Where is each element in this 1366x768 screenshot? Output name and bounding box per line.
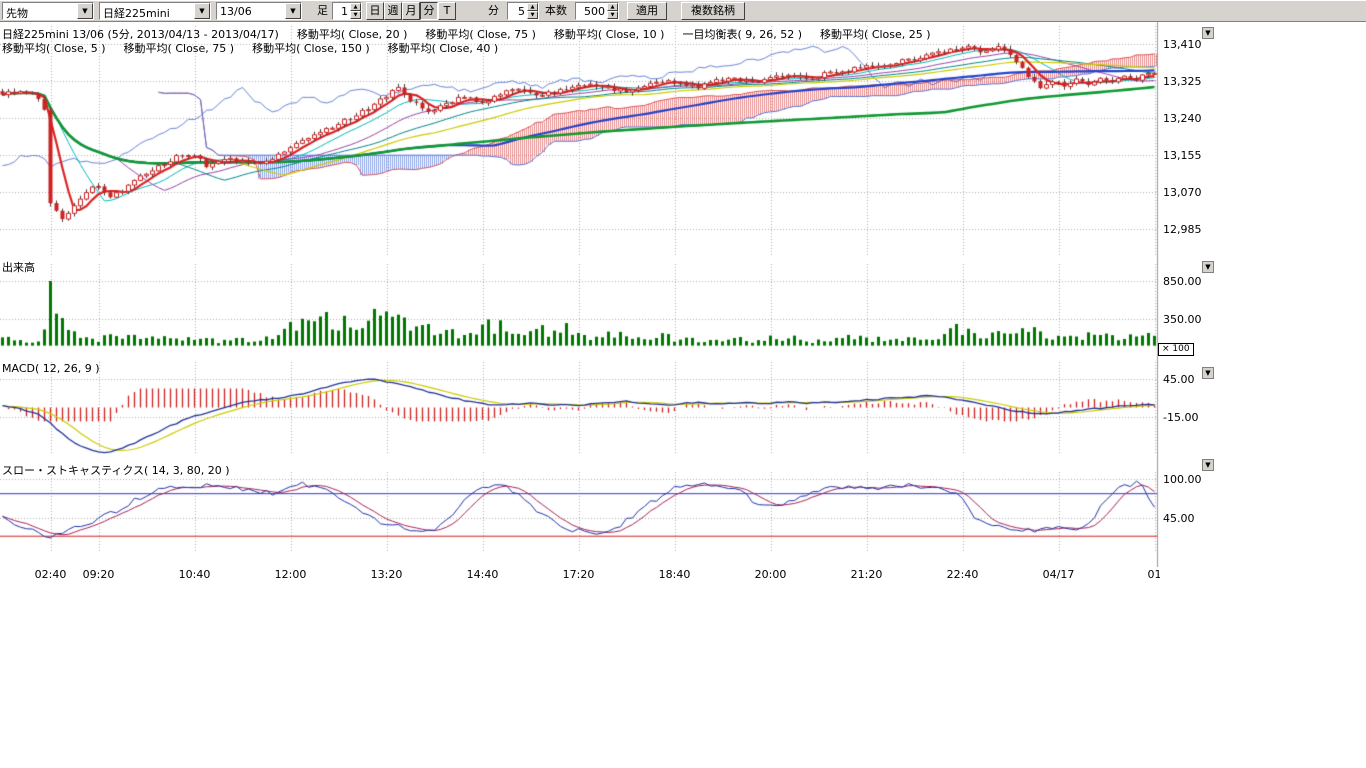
volume-multiplier-badge: × 100 — [1158, 343, 1194, 356]
dropdown-arrow-icon[interactable]: ▼ — [194, 3, 210, 19]
instrument-type-dropdown[interactable]: 先物 ▼ — [2, 2, 94, 20]
time-axis-label: 02:40 — [35, 568, 67, 581]
spin-up-icon[interactable]: ▲ — [527, 3, 538, 11]
time-axis-label: 17:20 — [563, 568, 595, 581]
axis-tick-label: 13,070 — [1163, 186, 1202, 199]
volume-pane-arrow[interactable]: ▼ — [1202, 261, 1214, 273]
time-axis-label: 04/17 — [1043, 568, 1075, 581]
time-axis-label: 22:40 — [947, 568, 979, 581]
chart-area: 日経225mini 13/06 (5分, 2013/04/13 - 2013/0… — [0, 22, 1366, 585]
period-button-週[interactable]: 週 — [384, 2, 402, 20]
symbol-value: 日経225mini — [100, 3, 194, 19]
indicator-legend-row-2: 移動平均( Close, 5 ) 移動平均( Close, 75 ) 移動平均( C… — [2, 40, 516, 56]
time-axis-label: 14:40 — [467, 568, 499, 581]
macd-pane-arrow[interactable]: ▼ — [1202, 367, 1214, 379]
legend-item: 移動平均( Close, 5 ) — [2, 42, 106, 55]
spin-down-icon[interactable]: ▼ — [350, 11, 361, 19]
time-axis-label: 12:00 — [275, 568, 307, 581]
period-button-group: 日週月分T — [366, 2, 456, 20]
time-axis-label: 18:40 — [659, 568, 691, 581]
bar-type-label: 足 — [317, 2, 328, 20]
symbol-dropdown[interactable]: 日経225mini ▼ — [99, 2, 211, 20]
time-axis: 02:40 09:20 10:40 12:00 13:20 14:40 17:20 18:40… — [0, 567, 1160, 585]
instrument-type-value: 先物 — [3, 3, 77, 19]
stoch-pane-arrow[interactable]: ▼ — [1202, 459, 1214, 471]
spinner-buttons[interactable]: ▲▼ — [607, 3, 618, 19]
legend-item: 移動平均( Close, 150 ) — [252, 42, 370, 55]
minutes-spinner[interactable]: 5 ▲▼ — [507, 2, 539, 20]
axis-tick-label: 13,240 — [1163, 112, 1202, 125]
axis-tick-label: 45.00 — [1163, 373, 1195, 386]
spinner-buttons[interactable]: ▲▼ — [350, 3, 361, 19]
price-pane-arrow[interactable]: ▼ — [1202, 27, 1214, 39]
bar-multiplier-spinner[interactable]: 1 ▲▼ — [332, 2, 362, 20]
bar-multiplier-value: 1 — [333, 3, 350, 19]
time-axis-label: 21:20 — [851, 568, 883, 581]
axis-tick-label: 45.00 — [1163, 512, 1195, 525]
volume-panel-label: 出来高 — [2, 259, 35, 275]
spin-up-icon[interactable]: ▲ — [350, 3, 361, 11]
multi-symbol-button[interactable]: 複数銘柄 — [681, 2, 745, 20]
period-button-分[interactable]: 分 — [420, 2, 438, 20]
spinner-buttons[interactable]: ▲▼ — [527, 3, 538, 19]
axis-tick-label: 13,410 — [1163, 38, 1202, 51]
axis-tick-label: 850.00 — [1163, 275, 1202, 288]
axis-tick-label: 100.00 — [1163, 473, 1202, 486]
time-axis-label: 01 — [1148, 568, 1161, 581]
period-button-日[interactable]: 日 — [366, 2, 384, 20]
contract-month-value: 13/06 — [217, 3, 285, 19]
minute-label: 分 — [488, 2, 499, 20]
legend-item: 移動平均( Close, 40 ) — [388, 42, 499, 55]
dropdown-arrow-icon[interactable]: ▼ — [285, 3, 301, 19]
time-axis-label: 09:20 — [83, 568, 115, 581]
axis-tick-label: 12,985 — [1163, 223, 1202, 236]
legend-item: 移動平均( Close, 10 ) — [554, 28, 665, 41]
period-button-月[interactable]: 月 — [402, 2, 420, 20]
axis-tick-label: -15.00 — [1163, 411, 1198, 424]
legend-item: 一目均衡表( 9, 26, 52 ) — [682, 28, 802, 41]
macd-panel-label: MACD( 12, 26, 9 ) — [2, 362, 100, 375]
time-axis-label: 13:20 — [371, 568, 403, 581]
time-axis-label: 20:00 — [755, 568, 787, 581]
bar-count-value: 500 — [576, 3, 607, 19]
legend-item: 移動平均( Close, 75 ) — [124, 42, 235, 55]
axis-tick-label: 13,325 — [1163, 75, 1202, 88]
toolbar: 先物 ▼ 日経225mini ▼ 13/06 ▼ 足 1 ▲▼ 日週月分T 分 … — [0, 0, 1366, 22]
axis-tick-label: 350.00 — [1163, 313, 1202, 326]
period-button-T[interactable]: T — [438, 2, 456, 20]
spin-up-icon[interactable]: ▲ — [607, 3, 618, 11]
chart-canvas[interactable] — [0, 22, 1160, 567]
apply-button[interactable]: 適用 — [627, 2, 667, 20]
spin-down-icon[interactable]: ▼ — [527, 11, 538, 19]
stoch-panel-label: スロー・ストキャスティクス( 14, 3, 80, 20 ) — [2, 462, 230, 478]
chart-app-window: 先物 ▼ 日経225mini ▼ 13/06 ▼ 足 1 ▲▼ 日週月分T 分 … — [0, 0, 1366, 768]
bar-count-label: 本数 — [545, 2, 567, 20]
time-axis-label: 10:40 — [179, 568, 211, 581]
axis-tick-label: 13,155 — [1163, 149, 1202, 162]
bar-count-spinner[interactable]: 500 ▲▼ — [575, 2, 619, 20]
price-axis: 13,410 13,325 13,240 13,155 13,070 12,985 850.… — [1161, 22, 1211, 585]
dropdown-arrow-icon[interactable]: ▼ — [77, 3, 93, 19]
contract-month-dropdown[interactable]: 13/06 ▼ — [216, 2, 302, 20]
minutes-value: 5 — [508, 3, 527, 19]
spin-down-icon[interactable]: ▼ — [607, 11, 618, 19]
legend-item: 移動平均( Close, 25 ) — [820, 28, 931, 41]
